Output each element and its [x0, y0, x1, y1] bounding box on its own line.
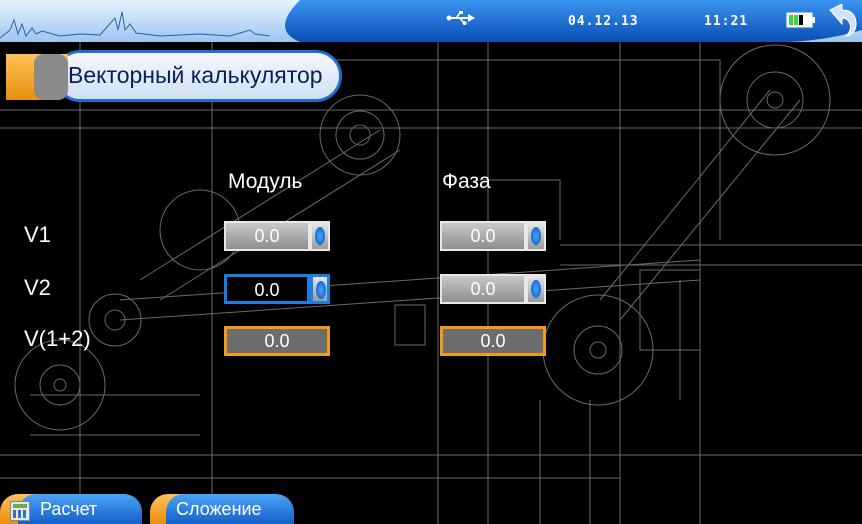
spin-arrows-icon[interactable]	[310, 274, 330, 304]
calculator-icon	[10, 501, 30, 521]
calculate-button-label: Расчет	[40, 499, 98, 519]
page-title: Векторный калькулятор	[68, 62, 323, 88]
time-display: 11:21	[704, 14, 749, 29]
battery-icon	[786, 12, 815, 28]
column-header-modulus: Модуль	[228, 170, 303, 193]
row-label-v2: V2	[24, 275, 51, 300]
v2-phase-spinbox[interactable]: 0.0	[440, 274, 546, 304]
row-label-v-sum: V(1+2)	[24, 326, 91, 351]
v2-phase-value[interactable]: 0.0	[440, 274, 526, 304]
addition-button[interactable]: Сложение	[166, 494, 294, 524]
spin-arrows-icon[interactable]	[526, 274, 546, 304]
column-header-phase: Фаза	[442, 170, 491, 193]
v1-phase-spinbox[interactable]: 0.0	[440, 221, 546, 251]
spin-arrows-icon[interactable]	[310, 221, 330, 251]
v-sum-phase-result: 0.0	[440, 326, 546, 356]
calculate-button[interactable]: Расчет	[18, 494, 142, 524]
v2-modulus-spinbox[interactable]: 0.0	[224, 274, 330, 304]
row-label-v1: V1	[24, 222, 51, 247]
v-sum-modulus-result: 0.0	[224, 326, 330, 356]
spin-arrows-icon[interactable]	[526, 221, 546, 251]
title-grey-tab	[34, 54, 68, 100]
usb-icon	[446, 11, 475, 25]
v2-modulus-value[interactable]: 0.0	[224, 274, 310, 304]
v1-modulus-value[interactable]: 0.0	[224, 221, 310, 251]
v1-modulus-spinbox[interactable]: 0.0	[224, 221, 330, 251]
addition-button-label: Сложение	[176, 499, 262, 519]
v1-phase-value[interactable]: 0.0	[440, 221, 526, 251]
date-display: 04.12.13	[568, 14, 639, 29]
back-icon[interactable]	[822, 4, 860, 38]
title-panel: Векторный калькулятор	[6, 50, 342, 104]
